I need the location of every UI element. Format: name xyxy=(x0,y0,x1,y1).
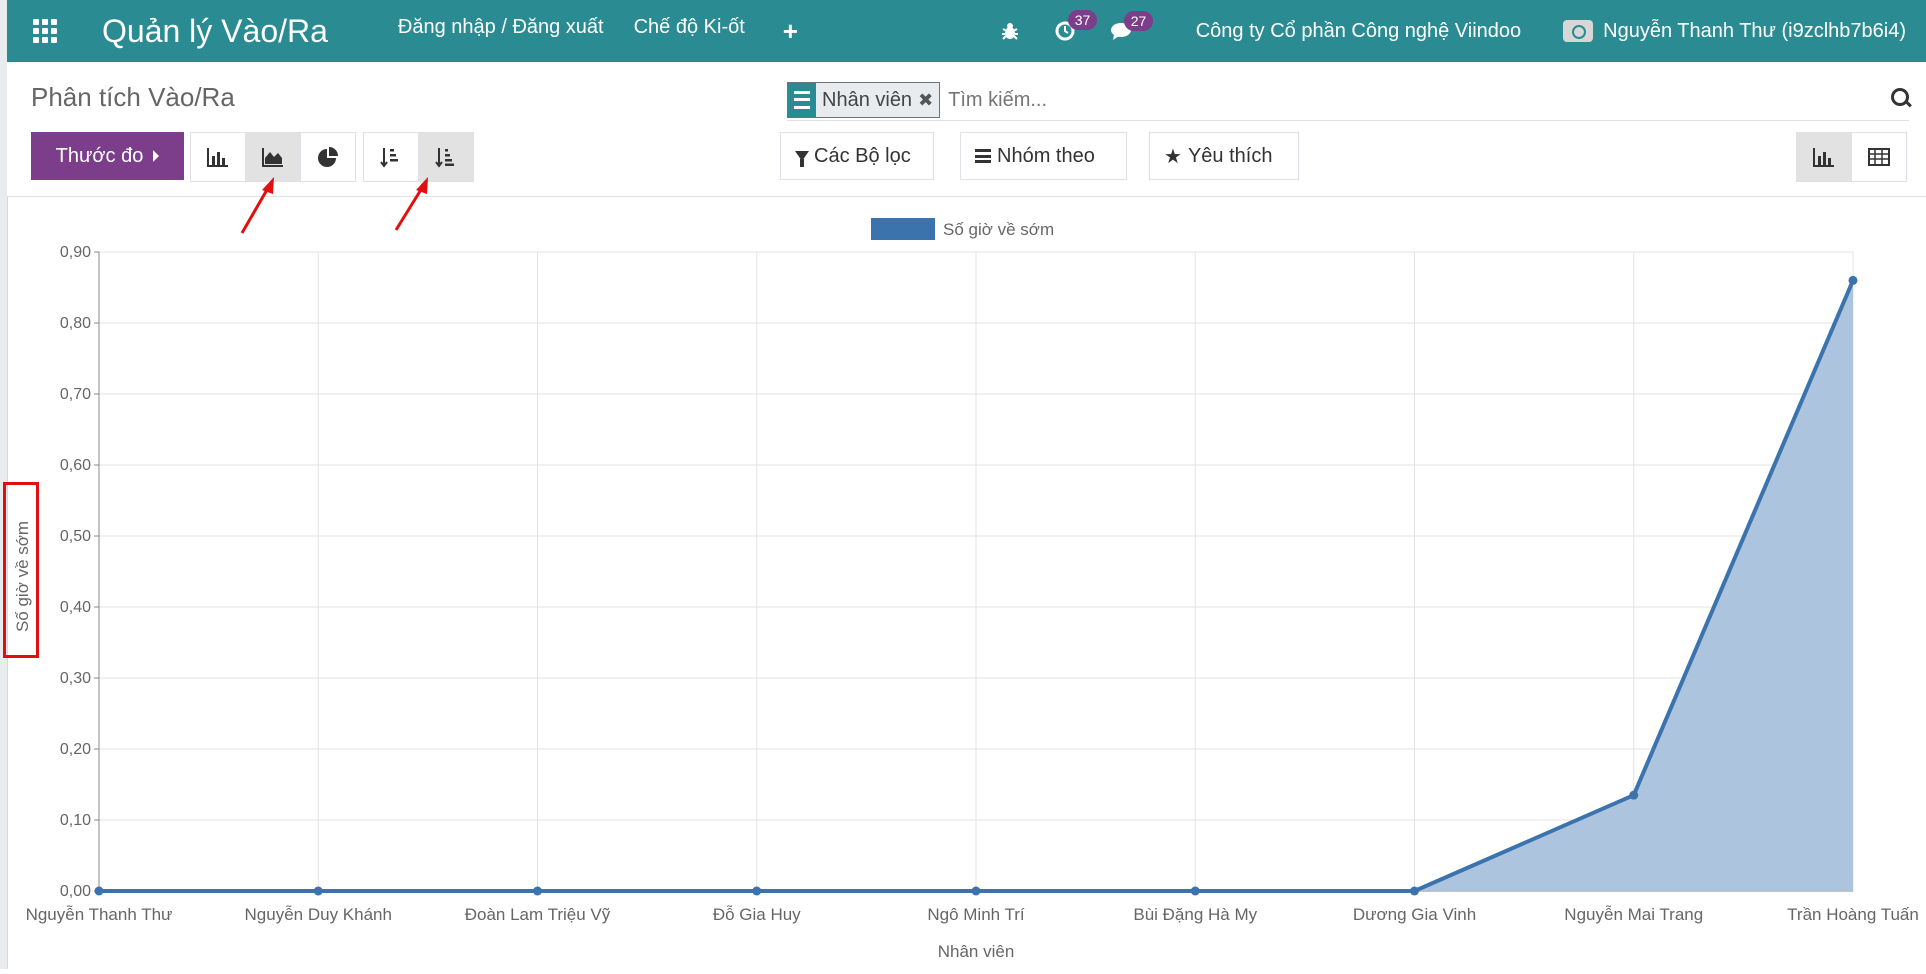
y-tick-label: 0,90 xyxy=(60,244,91,261)
graph-view-button[interactable] xyxy=(1797,133,1852,181)
y-axis-label-highlight-box xyxy=(3,482,39,658)
x-tick-label: Ngô Minh Trí xyxy=(927,905,1025,924)
pie-chart-icon xyxy=(318,147,338,167)
navbar-systray: 37 27 Công ty Cổ phần Công nghệ Viindoo … xyxy=(1000,0,1906,62)
x-tick-label: Trần Hoàng Tuấn xyxy=(1787,905,1919,924)
bar-chart-icon xyxy=(207,148,228,167)
y-tick-label: 0,60 xyxy=(60,457,91,474)
legend-swatch xyxy=(871,218,935,240)
filters-button[interactable]: Các Bộ lọc xyxy=(780,132,934,180)
y-tick-label: 0,00 xyxy=(60,883,91,900)
caret-right-icon xyxy=(153,150,160,162)
y-tick-label: 0,20 xyxy=(60,741,91,758)
sort-group xyxy=(363,132,474,182)
data-point xyxy=(313,886,323,896)
x-tick-label: Nguyễn Duy Khánh xyxy=(245,905,392,924)
search-input[interactable] xyxy=(946,87,1831,113)
x-tick-label: Nguyễn Mai Trang xyxy=(1564,905,1703,924)
sort-amount-desc-icon xyxy=(435,148,454,168)
company-switcher[interactable]: Công ty Cổ phần Công nghệ Viindoo xyxy=(1196,20,1521,43)
data-point xyxy=(1848,275,1858,285)
data-point xyxy=(533,886,542,896)
y-tick-label: 0,80 xyxy=(60,315,91,332)
sort-ascending-button[interactable] xyxy=(364,133,419,181)
user-name: Nguyễn Thanh Thư (i9zclhb7b6i4) xyxy=(1603,19,1906,42)
user-avatar-camera-icon xyxy=(1563,20,1594,42)
debug-bug-icon[interactable] xyxy=(1000,21,1020,41)
x-axis-label: Nhân viên xyxy=(938,942,1015,961)
messages-chat-icon[interactable]: 27 xyxy=(1110,11,1154,41)
apps-menu-icon[interactable] xyxy=(33,19,57,43)
area-chart: 0,00 0,10 0,20 0,30 0,40 0,50 0,60 0,70 0,80 0,90… xyxy=(13,218,1919,961)
measures-label: Thước đo xyxy=(55,144,144,167)
groupby-label: Nhóm theo xyxy=(997,144,1095,167)
data-point xyxy=(1190,886,1200,896)
bar-chart-button[interactable] xyxy=(191,133,246,181)
data-point xyxy=(1410,886,1419,896)
favorites-label: Yêu thích xyxy=(1187,144,1273,167)
groupby-bars-icon xyxy=(975,149,991,163)
menu-kiosk-mode[interactable]: Chế độ Ki-ốt xyxy=(634,16,745,47)
data-point xyxy=(752,886,762,896)
activity-clock-icon[interactable]: 37 xyxy=(1054,10,1098,42)
search-bar: Nhân viên ✖ xyxy=(787,80,1912,121)
data-point xyxy=(971,886,981,896)
x-tick-label: Dương Gia Vinh xyxy=(1353,905,1476,924)
sort-descending-button[interactable] xyxy=(419,133,473,181)
favorites-button[interactable]: ★ Yêu thích xyxy=(1149,132,1299,180)
area-chart-icon xyxy=(262,148,283,167)
line-chart-button[interactable] xyxy=(246,133,301,181)
search-facet-groupby[interactable]: Nhân viên ✖ xyxy=(787,82,941,118)
pie-chart-button[interactable] xyxy=(301,133,355,181)
x-tick-label: Nguyễn Thanh Thư xyxy=(26,905,173,924)
user-menu[interactable]: Nguyễn Thanh Thư (i9zclhb7b6i4) xyxy=(1563,20,1906,43)
filters-label: Các Bộ lọc xyxy=(814,144,911,167)
star-icon: ★ xyxy=(1164,145,1182,168)
groupby-bars-icon xyxy=(788,83,816,117)
activity-count-badge: 37 xyxy=(1067,10,1098,30)
bar-chart-icon xyxy=(1813,148,1834,167)
legend-label: Số giờ về sớm xyxy=(943,220,1054,239)
app-title[interactable]: Quản lý Vào/Ra xyxy=(102,13,328,50)
groupby-button[interactable]: Nhóm theo xyxy=(960,132,1127,180)
x-tick-label: Bùi Đặng Hà My xyxy=(1133,905,1257,924)
y-tick-label: 0,70 xyxy=(60,386,91,403)
graph-view: 0,00 0,10 0,20 0,30 0,40 0,50 0,60 0,70 0,80 0,90… xyxy=(7,197,1926,969)
y-tick-label: 0,50 xyxy=(60,528,91,545)
top-navbar: Quản lý Vào/Ra Đăng nhập / Đăng xuất Chế… xyxy=(7,0,1926,62)
view-switcher xyxy=(1796,132,1907,182)
menu-checkin-checkout[interactable]: Đăng nhập / Đăng xuất xyxy=(398,16,604,47)
pivot-view-button[interactable] xyxy=(1852,133,1906,181)
control-panel: Phân tích Vào/Ra Nhân viên ✖ Thước đo xyxy=(7,62,1926,197)
data-point xyxy=(1629,790,1639,800)
y-tick-label: 0,40 xyxy=(60,599,91,616)
top-menu: Đăng nhập / Đăng xuất Chế độ Ki-ốt + xyxy=(398,16,798,47)
facet-label: Nhân viên xyxy=(822,88,913,111)
x-tick-label: Đoàn Lam Triệu Vỹ xyxy=(465,905,611,924)
facet-remove-icon[interactable]: ✖ xyxy=(918,90,939,111)
menu-more-plus[interactable]: + xyxy=(783,16,798,47)
x-tick-label: Đỗ Gia Huy xyxy=(713,905,801,924)
y-tick-label: 0,10 xyxy=(60,812,91,829)
sort-amount-asc-icon xyxy=(380,148,398,168)
message-count-badge: 27 xyxy=(1123,11,1154,31)
breadcrumb: Phân tích Vào/Ra xyxy=(31,82,235,112)
y-tick-label: 0,30 xyxy=(60,670,91,687)
table-icon xyxy=(1868,148,1890,166)
measures-button[interactable]: Thước đo xyxy=(31,132,184,180)
filter-funnel-icon xyxy=(795,151,809,167)
data-point xyxy=(94,886,104,896)
chart-type-group xyxy=(190,132,356,182)
search-icon[interactable] xyxy=(1891,88,1912,108)
